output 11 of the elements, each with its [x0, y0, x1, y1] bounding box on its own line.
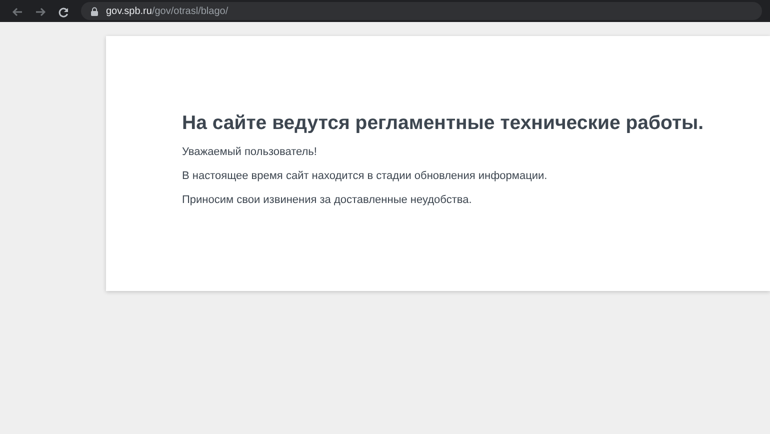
url-host: gov.spb.ru: [106, 6, 152, 16]
left-arrow-icon: [12, 7, 23, 18]
message-paragraph: Уважаемый пользователь!: [182, 145, 318, 160]
url-path: /gov/otrasl/blago/: [152, 6, 228, 16]
message-paragraph: Приносим свои извинения за доставленные неудобства.: [182, 193, 473, 208]
lock-icon: [91, 6, 98, 16]
address-bar[interactable]: gov.spb.ru/gov/otrasl/blago/: [81, 2, 762, 20]
reload-icon: [58, 6, 69, 18]
message-paragraph: В настоящее время сайт находится в стадии обновления информации.: [182, 169, 548, 184]
page-title: На сайте ведутся регламентные технические работы.: [182, 112, 705, 136]
right-arrow-icon: [35, 7, 46, 18]
